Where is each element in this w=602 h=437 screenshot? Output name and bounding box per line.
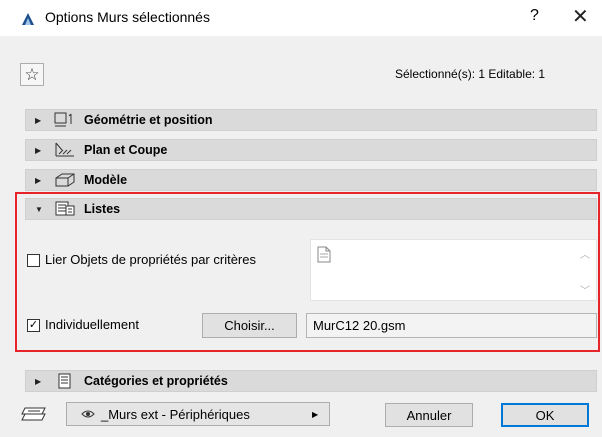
expand-triangle-icon: ▶ (35, 376, 42, 386)
geometry-icon (54, 111, 76, 129)
section-geometry[interactable]: ▶ Géométrie et position (25, 109, 597, 131)
choose-button[interactable]: Choisir... (202, 313, 297, 338)
cancel-button[interactable]: Annuler (385, 403, 473, 427)
star-icon: ☆ (24, 64, 40, 84)
section-plan[interactable]: ▶ Plan et Coupe (25, 139, 597, 161)
plan-section-icon (54, 141, 76, 159)
help-button[interactable]: ? (530, 7, 539, 25)
section-label: Plan et Coupe (84, 143, 168, 157)
eye-icon (81, 407, 95, 422)
scroll-down-icon[interactable]: ﹀ (580, 282, 590, 297)
scroll-up-icon[interactable]: ︿ (580, 246, 590, 261)
favorite-selector[interactable]: _Murs ext - Périphériques ▶ (66, 402, 330, 426)
document-icon (317, 246, 331, 263)
file-name-field[interactable]: MurC12 20.gsm (306, 313, 597, 338)
selection-info: Sélectionné(s): 1 Editable: 1 (395, 67, 546, 81)
submenu-arrow-icon: ▶ (312, 409, 319, 419)
section-label: Géométrie et position (84, 113, 213, 127)
ok-button[interactable]: OK (501, 403, 589, 427)
individual-label: Individuellement (45, 317, 139, 332)
individual-checkbox[interactable]: ✓ (27, 319, 40, 332)
expand-triangle-icon: ▶ (35, 145, 42, 155)
favorite-name: _Murs ext - Périphériques (101, 406, 250, 422)
window-title: Options Murs sélectionnés (45, 9, 210, 25)
link-criteria-checkbox[interactable] (27, 254, 40, 267)
expand-triangle-icon: ▶ (35, 175, 42, 185)
section-categories[interactable]: ▶ Catégories et propriétés (25, 370, 597, 392)
model-icon (54, 171, 76, 189)
app-icon (22, 13, 34, 25)
link-criteria-label: Lier Objets de propriétés par critères (45, 252, 256, 267)
section-model[interactable]: ▶ Modèle (25, 169, 597, 191)
section-label: Catégories et propriétés (84, 374, 228, 388)
favorites-button[interactable]: ☆ (20, 63, 44, 86)
expand-triangle-icon: ▶ (35, 115, 42, 125)
close-button[interactable]: ✕ (572, 4, 589, 29)
categories-icon (54, 372, 76, 390)
criteria-textarea[interactable]: ︿ ﹀ (310, 239, 597, 301)
section-label: Modèle (84, 173, 128, 187)
favorite-icon[interactable] (20, 405, 48, 423)
